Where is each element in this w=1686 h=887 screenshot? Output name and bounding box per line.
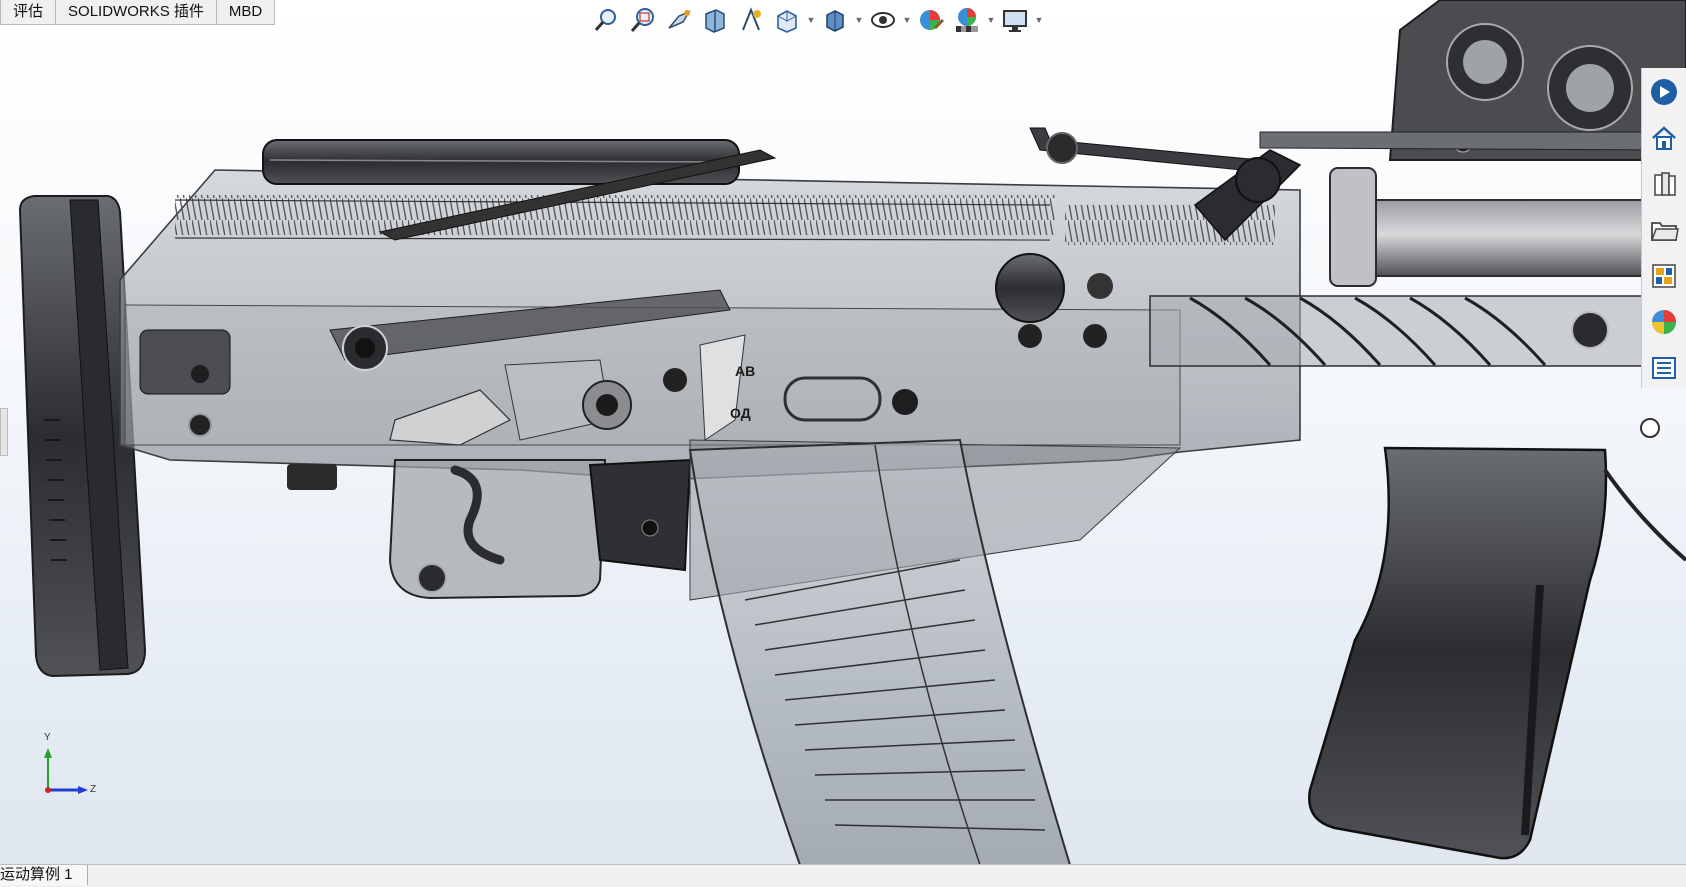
- triad-axes-icon: [44, 748, 88, 794]
- hide-show-items-icon[interactable]: [866, 3, 900, 37]
- display-style-icon[interactable]: [818, 3, 852, 37]
- custom-properties-icon[interactable]: [1645, 348, 1683, 388]
- edit-appearance-icon[interactable]: [914, 3, 948, 37]
- solidworks-resources-icon[interactable]: [1645, 72, 1683, 112]
- view-settings-dropdown[interactable]: ▼: [1034, 3, 1044, 37]
- marking-lower: ОД: [730, 405, 751, 421]
- dynamic-annotation-icon[interactable]: [734, 3, 768, 37]
- restore-icon[interactable]: ❐: [1610, 7, 1628, 27]
- marking-upper: АВ: [735, 363, 755, 379]
- model-viewport[interactable]: АВ ОД: [0, 0, 1686, 865]
- view-orientation-dropdown[interactable]: ▼: [806, 3, 816, 37]
- task-pane: [1641, 68, 1686, 388]
- zoom-to-area-icon[interactable]: [626, 3, 660, 37]
- display-style-dropdown[interactable]: ▼: [854, 3, 864, 37]
- appearances-scenes-icon[interactable]: [1645, 302, 1683, 342]
- reference-triad: Y Z: [38, 732, 108, 800]
- home-icon[interactable]: [1645, 118, 1683, 158]
- pistol-grip: [1308, 446, 1686, 860]
- apply-scene-icon[interactable]: [950, 3, 984, 37]
- minimize-icon[interactable]: –: [1572, 7, 1590, 27]
- apply-scene-dropdown[interactable]: ▼: [986, 3, 996, 37]
- heads-up-view-toolbar: ▼ ▼ ▼ ▼ ▼: [590, 2, 1044, 38]
- view-settings-icon[interactable]: [998, 3, 1032, 37]
- tab-mbd[interactable]: MBD: [215, 0, 276, 25]
- hide-show-dropdown[interactable]: ▼: [902, 3, 912, 37]
- design-library-icon[interactable]: [1645, 164, 1683, 204]
- close-icon[interactable]: ✕: [1648, 7, 1666, 27]
- feature-manager-flyout-handle[interactable]: [0, 408, 8, 456]
- view-orientation-icon[interactable]: [770, 3, 804, 37]
- command-manager-tabs: 评估 SOLIDWORKS 插件 MBD: [0, 0, 276, 26]
- section-view-icon[interactable]: [698, 3, 732, 37]
- triad-y-label: Y: [44, 732, 51, 743]
- previous-view-icon[interactable]: [662, 3, 696, 37]
- triad-z-label: Z: [90, 784, 97, 795]
- zoom-to-fit-icon[interactable]: [590, 3, 624, 37]
- motion-study-tab-bar: 运动算例 1: [0, 864, 1686, 887]
- tab-motion-study[interactable]: 运动算例 1: [0, 865, 88, 885]
- file-explorer-icon[interactable]: [1645, 210, 1683, 250]
- window-controls: – ❐ ✕: [1572, 7, 1666, 27]
- view-palette-icon[interactable]: [1645, 256, 1683, 296]
- tab-evaluate[interactable]: 评估: [0, 0, 57, 25]
- trigger-guard: [287, 459, 607, 600]
- tab-solidworks-addins[interactable]: SOLIDWORKS 插件: [55, 0, 217, 25]
